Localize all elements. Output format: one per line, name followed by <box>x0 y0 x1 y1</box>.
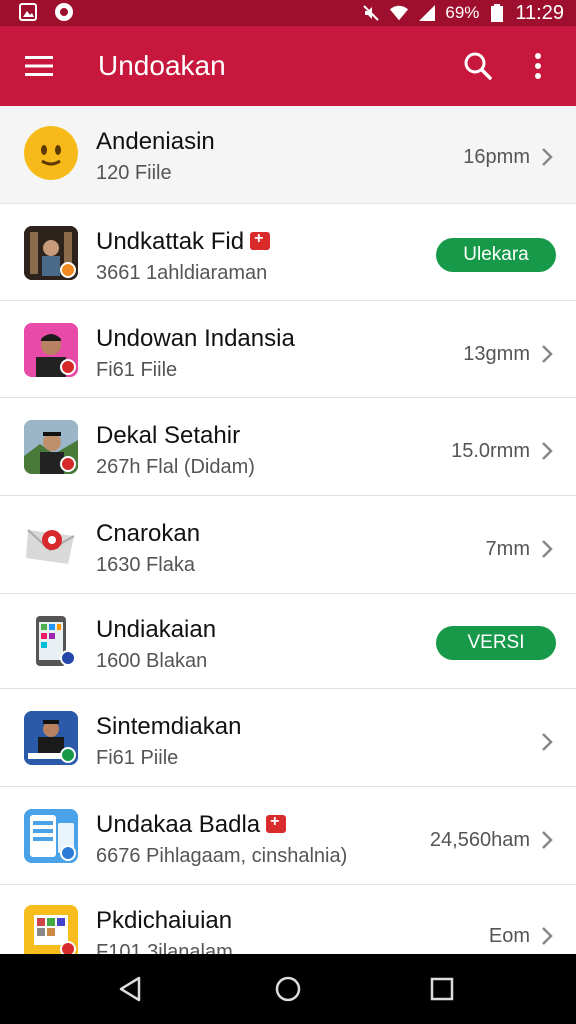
app-thumbnail-icon <box>24 420 78 474</box>
app-thumbnail-icon <box>24 226 78 280</box>
item-size: 7mm <box>485 538 530 560</box>
chevron-right-icon <box>542 442 553 460</box>
item-name: Undowan Indansia <box>96 325 295 352</box>
battery-icon <box>487 3 507 23</box>
app-thumbnail-icon <box>24 323 78 377</box>
list-item[interactable]: Undiakaian 1600 Blakan VERSI <box>0 594 576 689</box>
list-item[interactable]: Undkattak Fid 3661 1ahldiaraman Ulekara <box>0 204 576 301</box>
app-thumbnail-icon <box>24 905 78 954</box>
item-size: Eom <box>488 925 530 947</box>
file-list: Andeniasin 120 Fiile 16pmm Undkattak Fid… <box>0 106 576 954</box>
search-icon <box>464 52 492 80</box>
item-subtitle: 1600 Blakan <box>96 650 208 672</box>
item-name-row: Undakaa Badla <box>96 811 287 839</box>
list-item[interactable]: Undakaa Badla 6676 Pihlagaam, cinshalnia… <box>0 787 576 885</box>
chevron-right-icon <box>542 148 553 166</box>
clock: 11:29 <box>515 1 564 24</box>
chevron-right-icon <box>542 733 553 751</box>
page-title: Undoakan <box>98 50 226 81</box>
item-subtitle: 120 Fiile <box>96 162 172 184</box>
item-name-row: Undkattak Fid <box>96 228 271 256</box>
more-vert-icon <box>535 53 541 79</box>
item-subtitle: 6676 Pihlagaam, cinshalnia) <box>96 845 348 867</box>
item-name: Undakaa Badla <box>96 811 261 838</box>
item-name: Sintemdiakan <box>96 713 242 740</box>
item-size: 13gmm <box>463 343 530 365</box>
item-size: 15.0rmm <box>451 440 530 462</box>
home-button[interactable] <box>270 971 306 1007</box>
mute-icon <box>361 3 381 23</box>
app-notification-icon <box>54 2 74 22</box>
list-item[interactable]: Andeniasin 120 Fiile 16pmm <box>0 106 576 204</box>
update-button[interactable]: Ulekara <box>436 238 556 272</box>
item-name: Cnarokan <box>96 520 201 547</box>
app-thumbnail-icon <box>24 809 78 863</box>
more-options-button[interactable] <box>518 46 558 86</box>
item-name: Undkattak Fid <box>96 228 245 255</box>
battery-percent: 69% <box>445 3 480 22</box>
signal-icon <box>417 3 437 23</box>
wifi-icon <box>389 3 409 23</box>
item-size: 16pmm <box>463 146 530 168</box>
flag-icon <box>250 230 271 250</box>
item-subtitle: 3661 1ahldiaraman <box>96 262 268 284</box>
item-subtitle: F101 3ilanalam <box>96 941 233 954</box>
search-button[interactable] <box>458 46 498 86</box>
navigation-bar <box>0 954 576 1024</box>
item-name: Andeniasin <box>96 128 215 155</box>
list-item[interactable]: Dekal Setahir 267h Flal (Didam) 15.0rmm <box>0 398 576 496</box>
mail-icon <box>24 518 78 572</box>
list-item[interactable]: Undowan Indansia Fi61 Fiile 13gmm <box>0 301 576 398</box>
chevron-right-icon <box>542 831 553 849</box>
phone-app-icon <box>24 614 78 668</box>
item-size: 24,560ham <box>429 829 530 851</box>
app-thumbnail-icon <box>24 711 78 765</box>
app-bar: Undoakan <box>0 26 576 106</box>
status-bar: 69% 11:29 <box>0 0 576 26</box>
item-name: Pkdichaiuian <box>96 907 233 934</box>
recents-button[interactable] <box>424 971 460 1007</box>
list-item[interactable]: Cnarokan 1630 Flaka 7mm <box>0 496 576 594</box>
flag-icon <box>266 813 287 833</box>
list-item[interactable]: Sintemdiakan Fi61 Piile <box>0 689 576 787</box>
chevron-right-icon <box>542 540 553 558</box>
hamburger-icon <box>25 56 53 76</box>
chevron-right-icon <box>542 927 553 945</box>
item-subtitle: Fi61 Piile <box>96 747 179 769</box>
item-subtitle: 267h Flal (Didam) <box>96 456 255 478</box>
emoji-face-icon <box>24 126 78 180</box>
menu-button[interactable] <box>20 48 60 84</box>
chevron-right-icon <box>542 345 553 363</box>
item-subtitle: 1630 Flaka <box>96 554 195 576</box>
item-name: Dekal Setahir <box>96 422 241 449</box>
back-button[interactable] <box>112 971 148 1007</box>
home-circle-icon <box>275 976 301 1002</box>
item-name: Undiakaian <box>96 616 217 643</box>
list-item[interactable]: Pkdichaiuian F101 3ilanalam Eom <box>0 885 576 954</box>
version-button[interactable]: VERSI <box>436 626 556 660</box>
gallery-notification-icon <box>18 2 38 22</box>
back-triangle-icon <box>119 976 141 1002</box>
item-subtitle: Fi61 Fiile <box>96 359 178 381</box>
recents-square-icon <box>430 977 454 1001</box>
